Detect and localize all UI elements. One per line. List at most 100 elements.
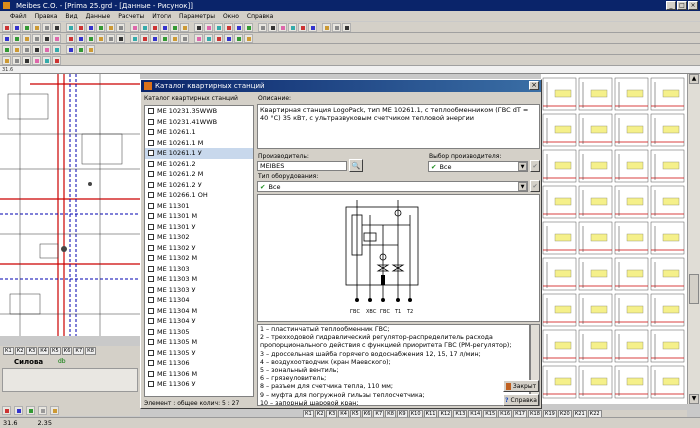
checkbox[interactable] <box>148 307 154 314</box>
checkbox[interactable] <box>148 360 154 367</box>
toolbar-button[interactable] <box>116 22 125 32</box>
drawing-canvas-left[interactable] <box>0 74 140 336</box>
toolbar-button[interactable] <box>234 33 243 43</box>
tool-icon[interactable] <box>2 406 11 415</box>
toolbar-button[interactable] <box>214 22 223 32</box>
station-list-item[interactable]: ME 11304 <box>145 295 253 306</box>
toolbar-button[interactable] <box>204 33 213 43</box>
checkbox[interactable] <box>148 202 154 209</box>
checkbox[interactable] <box>148 234 154 241</box>
station-list[interactable]: ME 10231.35WWB ME 10231.41WWB ME 10261.1 ME… <box>144 105 254 397</box>
menu-params[interactable]: Параметры <box>179 13 215 20</box>
menu-data[interactable]: Данные <box>86 13 111 20</box>
chevron-down-icon[interactable]: ▼ <box>518 162 527 171</box>
tool-icon[interactable] <box>50 406 59 415</box>
toolbar-button[interactable] <box>308 22 317 32</box>
toolbar-button[interactable] <box>32 22 41 32</box>
station-list-item[interactable]: ME 10261.1 M <box>145 138 253 149</box>
toolbar-button[interactable] <box>170 22 179 32</box>
toolbar-button[interactable] <box>2 55 11 65</box>
toolbar-button[interactable] <box>86 44 95 54</box>
station-list-item[interactable]: ME 11302 <box>145 232 253 243</box>
toolbar-button[interactable] <box>130 33 139 43</box>
toolbar-button[interactable] <box>194 22 203 32</box>
toolbar-button[interactable] <box>180 22 189 32</box>
checkbox[interactable] <box>148 160 154 167</box>
close-button[interactable]: × <box>688 1 698 10</box>
toolbar-button[interactable] <box>298 22 307 32</box>
sheet-tab[interactable]: К4 <box>38 347 49 355</box>
checkbox[interactable] <box>148 223 154 230</box>
station-list-item[interactable]: ME 10231.35WWB <box>145 106 253 117</box>
station-list-item[interactable]: ME 10261.2 <box>145 159 253 170</box>
sheet-tab[interactable]: К5 <box>49 347 61 355</box>
station-list-item[interactable]: ME 11303 M <box>145 274 253 285</box>
station-list-item[interactable]: ME 11305 <box>145 327 253 338</box>
checkbox[interactable] <box>148 181 154 188</box>
help-button[interactable]: ? Справка <box>503 394 539 406</box>
sheet-tab[interactable]: К3 <box>26 347 38 355</box>
station-list-item[interactable]: ME 10261.2 M <box>145 169 253 180</box>
manufacturer-field[interactable]: MEIBES <box>257 161 347 171</box>
apply-check-button[interactable]: ✔ <box>530 180 540 192</box>
checkbox[interactable] <box>148 192 154 199</box>
toolbar-button[interactable] <box>116 33 125 43</box>
station-list-item[interactable]: ME 11303 <box>145 264 253 275</box>
station-list-item[interactable]: ME 10261.2 У <box>145 180 253 191</box>
toolbar-button[interactable] <box>234 22 243 32</box>
toolbar-button[interactable] <box>288 22 297 32</box>
toolbar-button[interactable] <box>106 22 115 32</box>
tool-icon[interactable] <box>14 406 23 415</box>
sheet-tab[interactable]: К8 <box>85 347 96 355</box>
close-dialog-button[interactable]: Закрыт <box>503 380 539 392</box>
menu-totals[interactable]: Итоги <box>152 13 171 20</box>
toolbar-button[interactable] <box>214 33 223 43</box>
drawing-canvas-right[interactable] <box>541 74 687 404</box>
chevron-down-icon[interactable]: ▼ <box>518 182 527 191</box>
vertical-scrollbar[interactable]: ▲ ▼ <box>687 74 700 404</box>
menu-window[interactable]: Окно <box>223 13 239 20</box>
checkbox[interactable] <box>148 328 154 335</box>
toolbar-button[interactable] <box>268 22 277 32</box>
station-list-item[interactable]: ME 11304 У <box>145 316 253 327</box>
station-list-item[interactable]: ME 11302 M <box>145 253 253 264</box>
minimize-button[interactable]: _ <box>666 1 676 10</box>
checkbox[interactable] <box>148 318 154 325</box>
checkbox[interactable] <box>148 255 154 262</box>
toolbar-button[interactable] <box>130 22 139 32</box>
toolbar-button[interactable] <box>322 22 331 32</box>
station-list-item[interactable]: ME 11301 M <box>145 211 253 222</box>
sheet-tab[interactable]: К6 <box>61 347 73 355</box>
toolbar-button[interactable] <box>96 33 105 43</box>
checkbox[interactable] <box>148 265 154 272</box>
checkbox[interactable] <box>148 171 154 178</box>
toolbar-button[interactable] <box>32 33 41 43</box>
toolbar-button[interactable] <box>76 33 85 43</box>
toolbar-button[interactable] <box>52 33 61 43</box>
station-list-item[interactable]: ME 10266.1 ОН <box>145 190 253 201</box>
menu-edit[interactable]: Правка <box>35 13 58 20</box>
menu-view[interactable]: Вид <box>65 13 77 20</box>
toolbar-button[interactable] <box>86 33 95 43</box>
toolbar-button[interactable] <box>150 33 159 43</box>
tool-icon[interactable] <box>26 406 35 415</box>
station-list-item[interactable]: ME 11306 У <box>145 379 253 390</box>
station-list-item[interactable]: ME 10261.1 У <box>145 148 253 159</box>
menu-calc[interactable]: Расчеты <box>118 13 144 20</box>
station-list-item[interactable]: ME 11306 M <box>145 369 253 380</box>
station-list-item[interactable]: ME 11302 У <box>145 243 253 254</box>
toolbar-button[interactable] <box>22 22 31 32</box>
menu-file[interactable]: Файл <box>10 13 27 20</box>
toolbar-button[interactable] <box>224 33 233 43</box>
toolbar-button[interactable] <box>12 33 21 43</box>
toolbar-button[interactable] <box>160 33 169 43</box>
toolbar-button[interactable] <box>42 22 51 32</box>
menu-help[interactable]: Справка <box>247 13 273 20</box>
apply-check-button[interactable]: ✔ <box>530 160 540 172</box>
checkbox[interactable] <box>148 349 154 356</box>
toolbar-button[interactable] <box>66 22 75 32</box>
station-list-item[interactable]: ME 11305 У <box>145 348 253 359</box>
maximize-button[interactable]: □ <box>677 1 687 10</box>
checkbox[interactable] <box>148 370 154 377</box>
checkbox[interactable] <box>148 118 154 125</box>
